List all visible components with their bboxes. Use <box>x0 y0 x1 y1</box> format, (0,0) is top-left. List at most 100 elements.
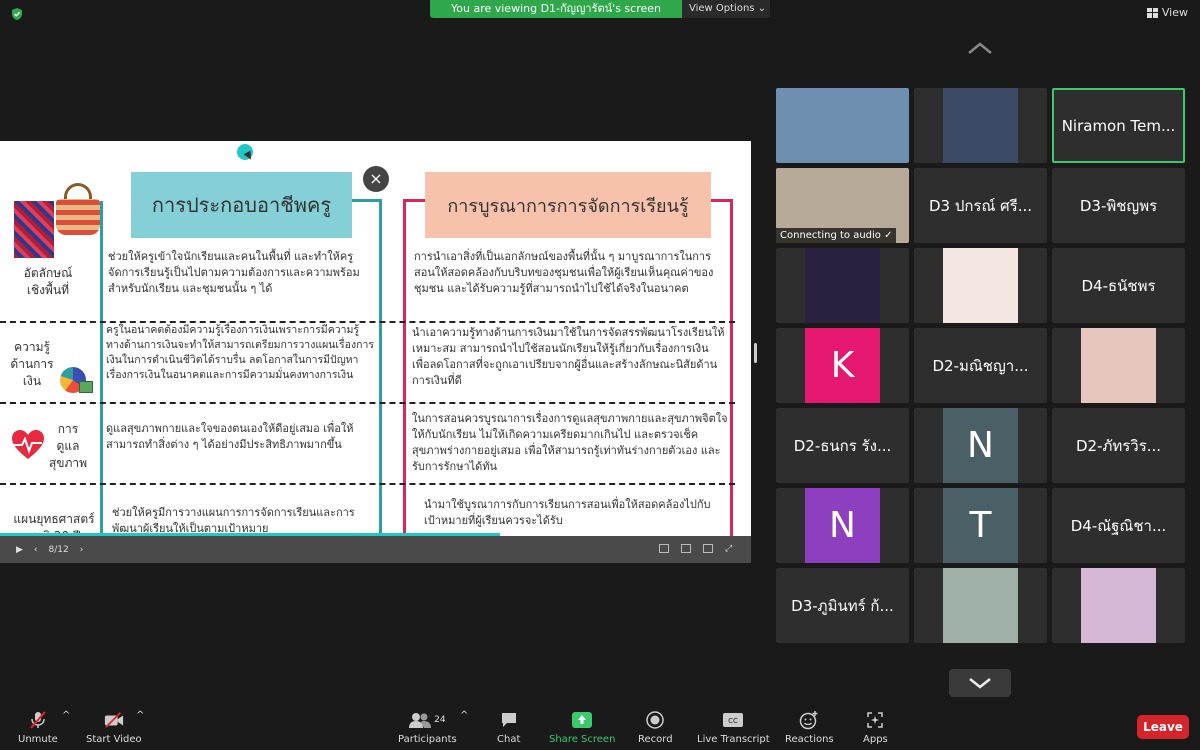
live-transcript-label: Live Transcript <box>697 734 770 745</box>
cell-career-strategy: ช่วยให้ครูมีการวางแผนการการจัดการเรียนแล… <box>112 506 355 535</box>
participant-tile[interactable] <box>1052 568 1185 643</box>
participants-label: Participants <box>398 734 457 745</box>
video-off-icon <box>104 710 124 730</box>
money-icon <box>79 381 93 393</box>
play-icon[interactable]: ▶ <box>16 545 23 555</box>
svg-text:CC: CC <box>728 717 738 725</box>
prev-slide-icon[interactable]: ‹ <box>34 545 38 555</box>
participant-tile[interactable] <box>776 88 909 163</box>
participant-tile[interactable] <box>1052 328 1185 403</box>
view-label: View <box>1161 6 1188 19</box>
participant-tile[interactable]: N <box>776 488 909 563</box>
row-label-identity: อัตลักษณ์ เชิงพื้นที่ <box>23 266 73 297</box>
apps-button[interactable]: Apps <box>863 710 888 745</box>
participant-name: D3-พิชญพร <box>1079 196 1158 215</box>
participant-tile[interactable]: Connecting to audio ✓ <box>776 168 909 243</box>
chevron-up-icon[interactable] <box>966 40 994 56</box>
record-label: Record <box>638 734 673 745</box>
chat-label: Chat <box>497 734 521 745</box>
participant-video <box>776 88 909 163</box>
close-icon[interactable]: × <box>363 166 389 192</box>
split-view-handle[interactable] <box>754 343 757 363</box>
participant-video <box>1081 568 1156 643</box>
participant-tile[interactable] <box>776 248 909 323</box>
participant-tile[interactable]: D2-ภัทรวิร... <box>1052 408 1185 483</box>
unmute-label: Unmute <box>18 734 58 745</box>
record-icon <box>645 710 665 730</box>
reactions-label: Reactions <box>785 734 834 745</box>
gallery-next-page-button[interactable] <box>949 669 1011 697</box>
row-label-finance: ความรู้ ด้านการ เงิน <box>10 340 54 388</box>
participant-tile[interactable] <box>914 248 1047 323</box>
participant-tile[interactable]: N <box>914 408 1047 483</box>
participants-options-caret[interactable]: ^ <box>460 710 468 721</box>
participant-name: D2-ธนกร รัง... <box>793 436 892 455</box>
row-label-health: การ ดูแล สุขภาพ <box>48 422 88 470</box>
participant-tile[interactable]: D4-ธนัชพร <box>1052 248 1185 323</box>
share-screen-button[interactable]: Share Screen <box>549 710 615 745</box>
participant-tile[interactable]: D2-มณิชญา... <box>914 328 1047 403</box>
shared-screen[interactable]: การประกอบอาชีพครู การบูรณาการการจัดการเร… <box>0 141 751 563</box>
start-video-button[interactable]: Start Video <box>86 710 142 745</box>
participant-video <box>943 88 1018 163</box>
participant-tile[interactable]: D3 ปกรณ์ ศรี... <box>914 168 1047 243</box>
share-screen-icon <box>572 710 593 730</box>
chat-icon <box>499 710 519 730</box>
audio-options-caret[interactable]: ^ <box>62 710 70 721</box>
muted-mic-icon <box>28 710 48 730</box>
participants-icon: 24 <box>402 710 452 730</box>
participant-tile[interactable]: T <box>914 488 1047 563</box>
participants-button[interactable]: 24 Participants <box>398 710 457 745</box>
pip-icon[interactable] <box>681 544 691 553</box>
participant-name: D3 ปกรณ์ ศรี... <box>928 196 1033 215</box>
live-transcript-button[interactable]: CC Live Transcript <box>697 710 770 745</box>
participant-tile[interactable]: K <box>776 328 909 403</box>
chat-button[interactable]: Chat <box>497 710 520 745</box>
participant-tile[interactable] <box>914 568 1047 643</box>
cell-integration-finance: นำเอาความรู้ทางด้านการเงินมาใช้ในการจัดส… <box>412 326 725 387</box>
participant-video <box>943 568 1018 643</box>
participant-tile[interactable]: D3-ภูมินทร์ ก้... <box>776 568 909 643</box>
participant-video <box>805 248 880 323</box>
screen-icon[interactable] <box>703 544 713 553</box>
participant-initial-avatar: K <box>805 328 880 403</box>
participant-name: D3-ภูมินทร์ ก้... <box>791 596 894 615</box>
participant-name: D2-มณิชญา... <box>932 356 1029 375</box>
view-button[interactable]: View <box>1146 6 1188 19</box>
fullscreen-icon[interactable]: ⤢ <box>725 544 735 554</box>
basket-image <box>56 183 100 235</box>
viewing-screen-banner: You are viewing D1-กัญญารัตน์'s screen <box>430 0 682 18</box>
participant-tile[interactable]: D3-พิชญพร <box>1052 168 1185 243</box>
participant-tile[interactable]: D4-ณัฐณิชา... <box>1052 488 1185 563</box>
participant-tile[interactable]: Niramon Tem... <box>1052 88 1185 163</box>
video-options-caret[interactable]: ^ <box>136 710 144 721</box>
participant-tile[interactable]: D2-ธนกร รัง... <box>776 408 909 483</box>
heart-icon <box>12 430 44 459</box>
cell-career-health: ดูแลสุขภาพกายและใจของตนเองให้ดีอยู่เสมอ … <box>106 422 354 451</box>
row-divider <box>0 402 735 404</box>
view-options-button[interactable]: View Options ⌄ <box>682 0 770 18</box>
unmute-button[interactable]: Unmute <box>18 710 58 745</box>
leave-button[interactable]: Leave <box>1137 715 1189 739</box>
participant-tile[interactable] <box>914 88 1047 163</box>
participant-name: D4-ณัฐณิชา... <box>1070 516 1167 535</box>
cell-integration-identity: การนำเอาสิ่งที่เป็นเอกลักษณ์ของพื้นที่นั… <box>414 250 714 295</box>
row-divider <box>0 483 735 485</box>
next-slide-icon[interactable]: › <box>80 545 84 555</box>
cc-icon: CC <box>723 710 744 730</box>
record-button[interactable]: Record <box>638 710 673 745</box>
participant-name: D4-ธนัชพร <box>1081 276 1156 295</box>
start-video-label: Start Video <box>86 734 142 745</box>
view-options-label: View Options <box>689 3 755 14</box>
apps-label: Apps <box>863 734 888 745</box>
audio-status-caption: Connecting to audio ✓ <box>776 228 897 243</box>
slide-controls: ▶ ‹ 8/12 › ⤢ <box>0 536 751 563</box>
captions-icon[interactable] <box>659 544 669 553</box>
cell-integration-strategy: นำมาใช้บูรณาการกับการเรียนการสอนเพื่อให้… <box>424 498 711 527</box>
participant-video <box>943 248 1018 323</box>
security-shield-icon[interactable] <box>10 7 24 21</box>
reactions-button[interactable]: Reactions <box>785 710 834 745</box>
participant-video <box>1081 328 1156 403</box>
participant-initial-avatar: N <box>943 408 1018 483</box>
textile-image <box>14 201 54 258</box>
